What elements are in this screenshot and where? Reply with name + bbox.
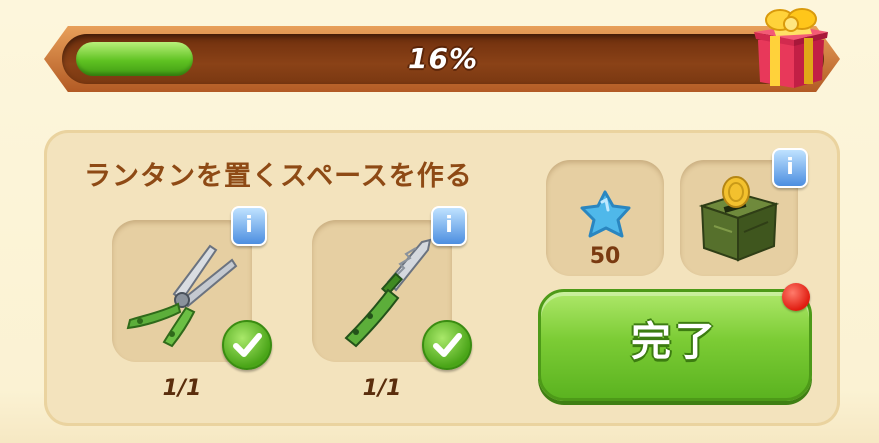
progress-percent-label: 16% [407,42,479,75]
checkmark-icon [222,320,272,370]
progress-bar-track: 16% [62,34,824,84]
gift-box-icon[interactable] [750,6,830,90]
quest-title: ランタンを置くスペースを作る [84,161,473,192]
requirement-count-knife: 1/1 [362,376,402,401]
info-button-knife[interactable]: i [431,206,467,246]
reward-amount: 50 [589,244,621,269]
requirement-count-shears: 1/1 [162,376,202,401]
checkmark-icon [422,320,472,370]
info-button-shears[interactable]: i [231,206,267,246]
complete-button[interactable]: 完了 [538,289,812,401]
notification-dot-icon [782,283,810,311]
info-button-crate[interactable]: i [772,148,808,188]
